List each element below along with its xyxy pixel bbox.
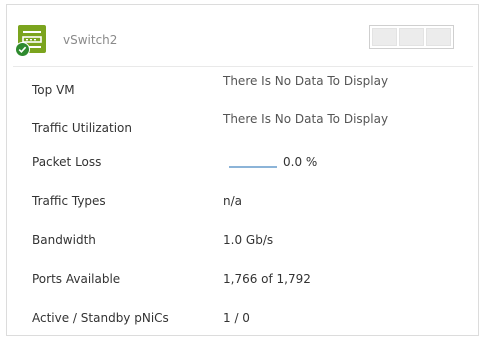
row-active-standby-pnics: Active / Standby pNiCs 1 / 0	[7, 311, 478, 331]
row-bandwidth: Bandwidth 1.0 Gb/s	[7, 233, 478, 253]
row-value: n/a	[223, 194, 243, 208]
row-ports-available: Ports Available 1,766 of 1,792	[7, 272, 478, 292]
row-value: There Is No Data To Display	[223, 74, 389, 88]
header-button-1[interactable]	[372, 28, 397, 46]
virtual-switch-icon	[15, 25, 46, 57]
row-traffic-utilization: Traffic Utilization There Is No Data To …	[7, 112, 478, 141]
packet-loss-sparkline	[229, 166, 277, 168]
header-button-3[interactable]	[426, 28, 451, 46]
header-button-2[interactable]	[399, 28, 424, 46]
row-value: There Is No Data To Display	[223, 112, 389, 126]
vswitch-panel: vSwitch2 Top VM There Is No Data To Disp…	[6, 4, 479, 336]
row-label: Top VM	[32, 83, 75, 97]
header-divider	[13, 66, 473, 67]
row-traffic-types: Traffic Types n/a	[7, 194, 478, 214]
panel-title: vSwitch2	[63, 33, 118, 47]
row-label: Ports Available	[32, 272, 121, 286]
header-button-group	[369, 25, 454, 49]
row-value: 1,766 of 1,792	[223, 272, 311, 286]
row-packet-loss: Packet Loss 0.0 %	[7, 155, 478, 175]
row-value: 1 / 0	[223, 311, 250, 325]
row-label: Active / Standby pNiCs	[32, 311, 169, 325]
row-label: Bandwidth	[32, 233, 96, 247]
row-value: 1.0 Gb/s	[223, 233, 274, 247]
row-value: 0.0 %	[283, 155, 318, 169]
panel-header: vSwitch2	[7, 5, 478, 62]
row-label: Traffic Utilization	[32, 121, 132, 135]
check-badge-icon	[15, 42, 30, 57]
row-label: Traffic Types	[32, 194, 106, 208]
row-top-vm: Top VM There Is No Data To Display	[7, 74, 478, 103]
row-label: Packet Loss	[32, 155, 102, 169]
